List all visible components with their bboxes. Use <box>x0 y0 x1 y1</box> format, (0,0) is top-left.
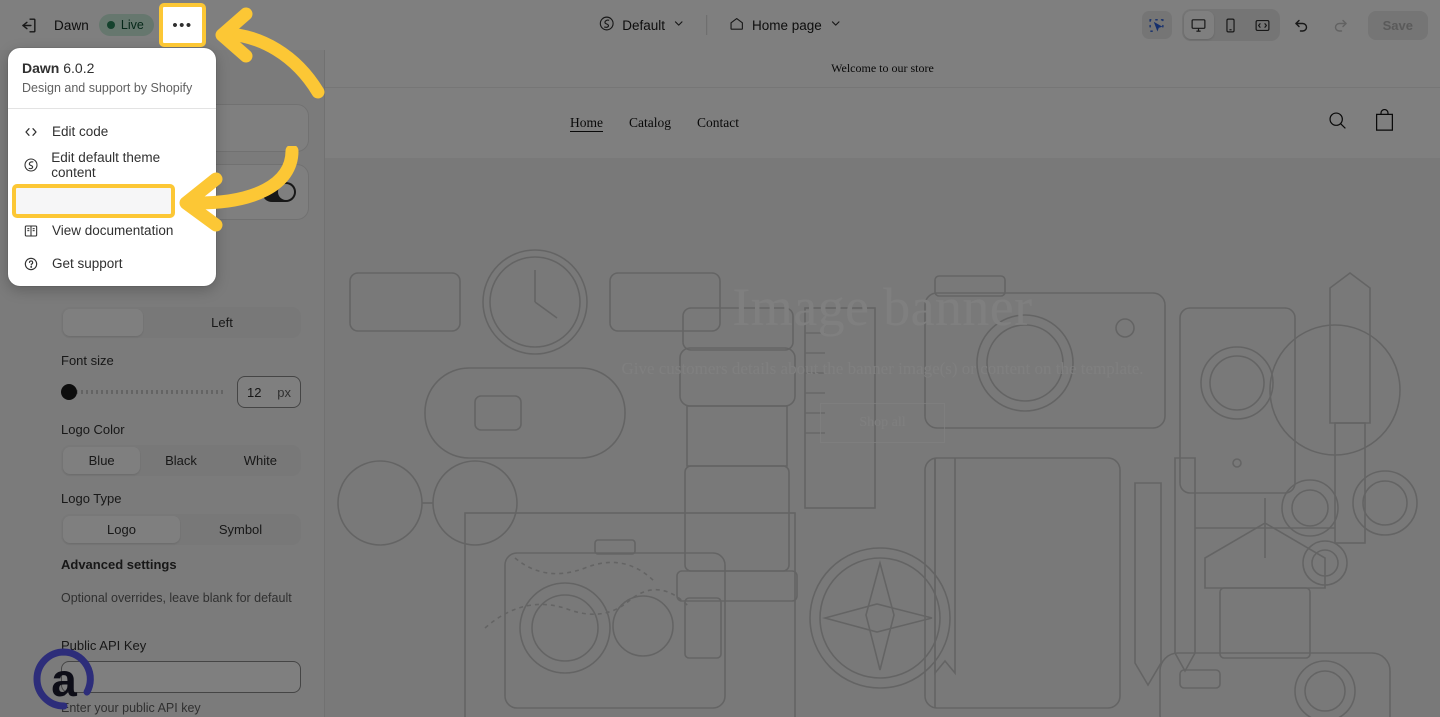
menu-header: Dawn 6.0.2 Design and support by Shopify <box>8 48 216 106</box>
menu-item-get-support[interactable]: Get support <box>8 247 216 280</box>
nav-link-catalog[interactable]: Catalog <box>629 115 671 131</box>
search-icon[interactable] <box>1327 110 1348 136</box>
exit-icon[interactable] <box>12 9 44 41</box>
question-circle-icon <box>22 255 40 273</box>
desktop-viewport-icon[interactable] <box>1183 11 1214 39</box>
menu-item-view-documentation[interactable]: View documentation <box>8 214 216 247</box>
menu-item-label: Edit default theme content <box>51 149 161 180</box>
top-bar-right: Save <box>1141 0 1428 50</box>
editor-top-bar: Dawn Live Default Home page Save <box>0 0 1440 50</box>
more-options-button[interactable]: ••• <box>167 10 198 40</box>
sidebar-logo-color-group: Logo Color Blue Black White <box>61 422 301 476</box>
font-size-label: Font size <box>61 353 114 368</box>
sidebar-logo-type-group: Logo Type Logo Symbol <box>61 491 301 545</box>
theme-actions-menu: Dawn 6.0.2 Design and support by Shopify… <box>8 48 216 287</box>
sidebar-font-size-group: Font size 12 px <box>61 353 301 408</box>
code-icon <box>22 123 40 141</box>
alignment-option-prev[interactable] <box>63 309 143 336</box>
sidebar-advanced-settings: Advanced settings Optional overrides, le… <box>61 557 311 605</box>
logo-type-option-logo[interactable]: Logo <box>63 516 180 543</box>
sidebar-alignment-group: Left <box>61 307 301 338</box>
chevron-down-icon <box>829 17 842 33</box>
fullwidth-viewport-icon[interactable] <box>1248 11 1278 39</box>
font-size-unit: px <box>277 384 291 400</box>
theme-editor-app: Left Font size 12 px Logo Color Blue Bla… <box>0 0 1440 717</box>
font-size-value-box[interactable]: 12 px <box>237 376 301 408</box>
logo-color-segmented-control[interactable]: Blue Black White <box>61 445 301 476</box>
shopify-logo-icon <box>598 15 615 35</box>
menu-item-edit-default-theme-content[interactable]: Edit default theme content <box>8 148 216 181</box>
status-badge: Live <box>98 14 154 36</box>
slider-knob[interactable] <box>61 384 77 400</box>
redo-icon <box>1324 9 1356 41</box>
menu-subtitle: Design and support by Shopify <box>22 81 193 95</box>
slider-rail <box>61 390 225 394</box>
cart-icon[interactable] <box>1374 108 1395 137</box>
banner-title: Image banner <box>732 277 1033 337</box>
image-banner: Image banner Give customers details abou… <box>325 158 1440 717</box>
chevron-down-icon <box>672 17 685 33</box>
sidebar-public-api-key-group: Public API Key Enter your public API key <box>61 638 301 715</box>
font-size-value: 12 <box>247 384 262 400</box>
live-dot-icon <box>106 21 115 29</box>
menu-item-label: Get support <box>52 256 123 272</box>
alignment-option-left[interactable]: Left <box>145 309 299 336</box>
logo-color-option-black[interactable]: Black <box>142 447 219 474</box>
undo-icon[interactable] <box>1286 9 1318 41</box>
menu-theme-version: 6.0.2 <box>63 60 95 76</box>
nav-link-home[interactable]: Home <box>570 115 603 131</box>
chat-widget-badge[interactable]: a <box>33 648 95 710</box>
alignment-segmented-control[interactable]: Left <box>61 307 301 338</box>
advanced-settings-description: Optional overrides, leave blank for defa… <box>61 591 292 605</box>
viewport-switcher <box>1181 9 1280 41</box>
book-icon <box>22 222 40 240</box>
live-label: Live <box>120 18 144 32</box>
public-api-key-label: Public API Key <box>61 638 147 653</box>
sidebar-toggle-switch[interactable] <box>262 182 296 202</box>
store-preview: Welcome to our store Home Catalog Contac… <box>325 50 1440 717</box>
inspector-select-icon[interactable] <box>1141 11 1172 39</box>
store-nav: Home Catalog Contact <box>570 115 739 131</box>
store-header: Home Catalog Contact <box>325 88 1440 158</box>
more-options-highlight-box: ••• <box>159 3 206 47</box>
page-selector[interactable]: Home page <box>719 10 851 40</box>
home-icon <box>728 15 745 35</box>
mobile-viewport-icon[interactable] <box>1216 11 1246 39</box>
chat-widget-letter: a <box>51 654 77 706</box>
menu-theme-title: Dawn 6.0.2 <box>22 60 202 76</box>
top-bar-divider <box>705 15 707 35</box>
menu-item-label: View documentation <box>52 223 174 239</box>
public-api-key-input[interactable] <box>61 661 301 693</box>
logo-type-segmented-control[interactable]: Logo Symbol <box>61 514 301 545</box>
banner-subtitle: Give customers details about the banner … <box>621 359 1144 379</box>
logo-color-option-blue[interactable]: Blue <box>63 447 141 474</box>
top-bar-center: Default Home page <box>589 0 851 50</box>
nav-link-contact[interactable]: Contact <box>697 115 739 131</box>
logo-type-label: Logo Type <box>61 491 122 506</box>
public-api-key-help: Enter your public API key <box>61 701 201 715</box>
font-size-slider[interactable] <box>61 384 225 400</box>
menu-divider <box>8 108 216 110</box>
banner-text-block: Image banner Give customers details abou… <box>325 277 1440 444</box>
toggle-knob <box>278 184 294 200</box>
save-button[interactable]: Save <box>1367 10 1428 40</box>
store-header-icons <box>1327 108 1395 137</box>
theme-selector[interactable]: Default <box>589 10 694 40</box>
shop-all-button[interactable]: Shop all <box>820 403 945 444</box>
page-selector-label: Home page <box>751 17 822 33</box>
logo-type-option-symbol[interactable]: Symbol <box>182 516 299 543</box>
menu-item-edit-code[interactable]: Edit code <box>8 115 216 148</box>
logo-color-option-white[interactable]: White <box>222 447 299 474</box>
theme-name: Dawn <box>54 17 89 33</box>
theme-selector-label: Default <box>622 17 665 33</box>
advanced-settings-heading: Advanced settings <box>61 557 177 572</box>
menu-item-label: Edit code <box>52 124 109 140</box>
menu-theme-name: Dawn <box>22 60 60 76</box>
view-item-highlight-bg <box>16 188 171 214</box>
announcement-bar: Welcome to our store <box>325 50 1440 88</box>
logo-color-label: Logo Color <box>61 422 125 437</box>
shopify-logo-icon <box>22 156 39 174</box>
